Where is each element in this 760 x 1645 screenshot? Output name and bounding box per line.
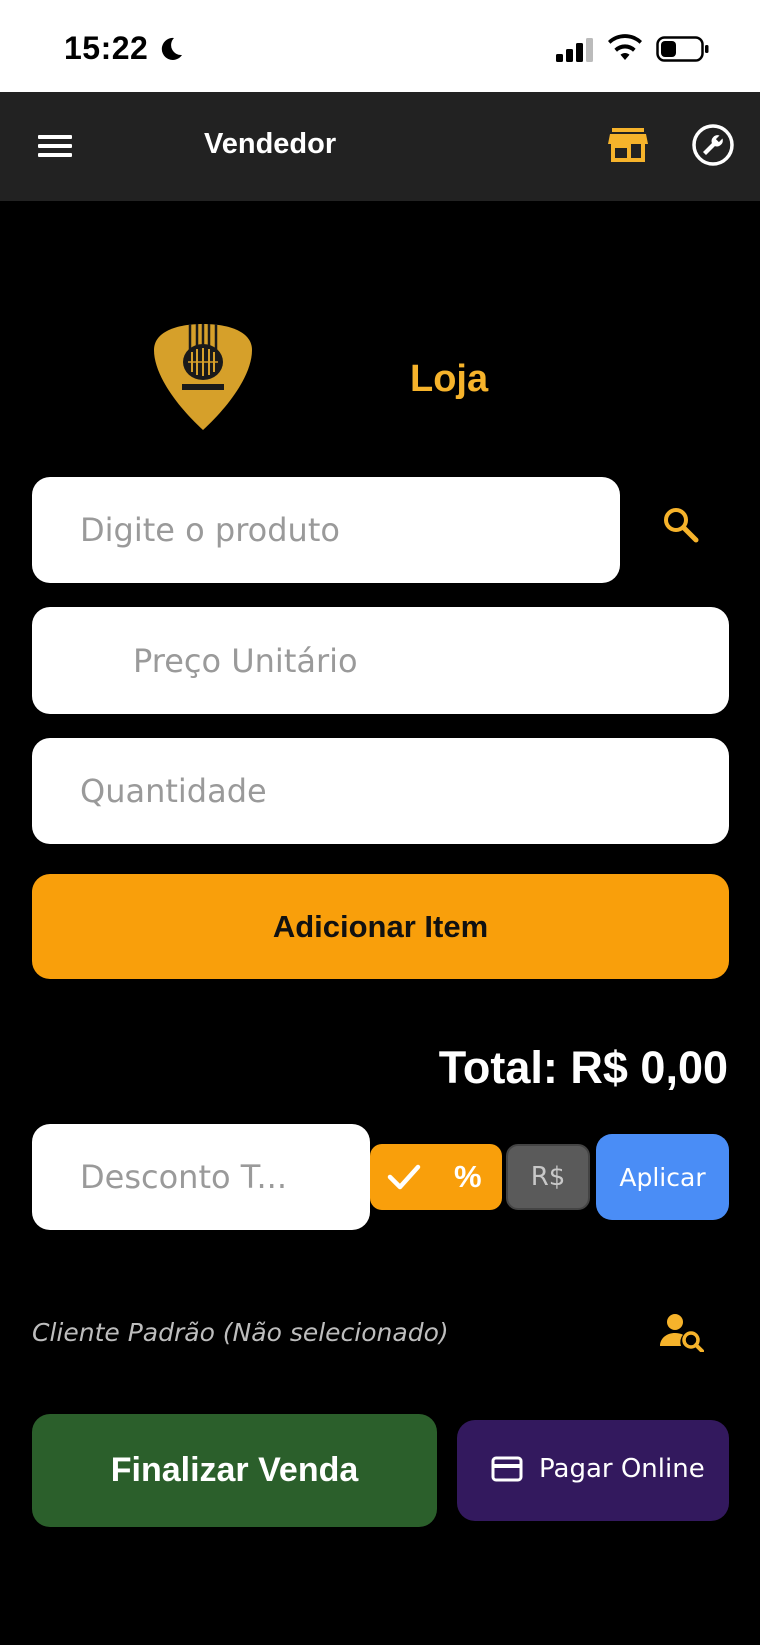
- pay-online-label: Pagar Online: [539, 1454, 705, 1484]
- finish-sale-button[interactable]: Finalizar Venda: [32, 1414, 437, 1527]
- person-search-icon: [660, 1314, 704, 1353]
- status-bar: 15:22: [0, 0, 760, 92]
- battery-icon: [656, 36, 709, 62]
- store-name: Loja: [410, 358, 489, 400]
- discount-percent-toggle[interactable]: %: [370, 1144, 502, 1210]
- app-bar: Vendedor: [0, 92, 760, 201]
- add-item-button[interactable]: Adicionar Item: [32, 874, 729, 979]
- total-amount: Total: R$ 0,00: [438, 1042, 728, 1093]
- product-search-button[interactable]: [660, 504, 702, 546]
- store-button[interactable]: [604, 122, 652, 170]
- page-title: Vendedor: [204, 128, 337, 160]
- check-icon: [387, 1164, 421, 1190]
- quantity-input[interactable]: [32, 738, 729, 844]
- discount-currency-toggle[interactable]: R$: [506, 1144, 590, 1210]
- currency-label: R$: [530, 1162, 566, 1192]
- cellular-signal-icon: [556, 38, 593, 62]
- apply-discount-button[interactable]: Aplicar: [596, 1134, 729, 1220]
- store-icon: [608, 128, 648, 162]
- client-search-button[interactable]: [660, 1312, 704, 1353]
- status-time: 15:22: [64, 30, 149, 66]
- discount-input[interactable]: [32, 1124, 370, 1230]
- menu-button[interactable]: [30, 124, 78, 168]
- settings-button[interactable]: [688, 120, 738, 170]
- menu-icon: [38, 135, 72, 157]
- percent-label: %: [454, 1159, 482, 1194]
- client-label: Cliente Padrão (Não selecionado): [32, 1318, 449, 1347]
- unit-price-input[interactable]: [32, 607, 729, 714]
- search-icon: [664, 508, 699, 543]
- wrench-icon: [692, 124, 734, 166]
- credit-card-icon: [491, 1456, 523, 1482]
- product-input[interactable]: [32, 477, 620, 583]
- guitar-pick-logo: [154, 324, 252, 430]
- pay-online-button[interactable]: Pagar Online: [457, 1420, 729, 1521]
- moon-icon: [161, 37, 182, 60]
- wifi-icon: [608, 34, 642, 60]
